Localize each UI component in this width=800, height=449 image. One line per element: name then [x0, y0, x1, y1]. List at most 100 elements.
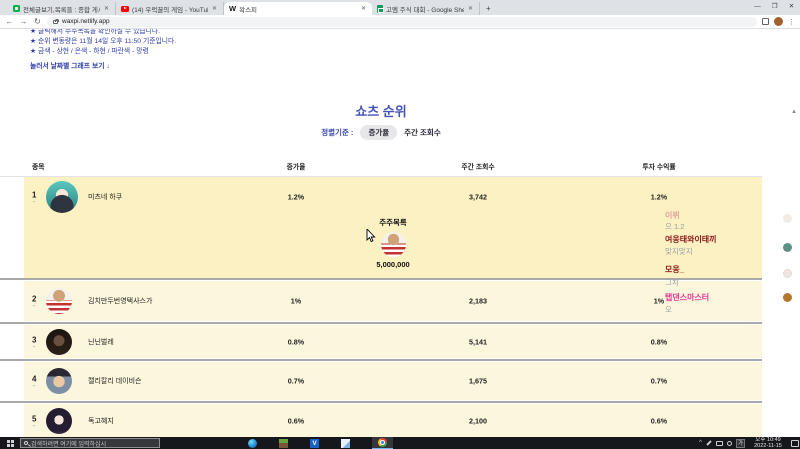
avatar [46, 368, 72, 394]
tab-waxpi-active[interactable]: W 왁스피 ✕ [224, 2, 372, 15]
browser-menu-icon[interactable]: ⋮ [788, 18, 795, 26]
tab-title: 전체글보기,목록들 : 종합 게시.. [23, 6, 100, 14]
omnibox[interactable]: waxpi.netlify.app [47, 16, 757, 27]
notice-line: ★ 순위 변동량은 11월 14일 오후 11:50 기준입니다. [30, 38, 177, 45]
roi-value: 1% [653, 296, 665, 306]
new-tab-button[interactable]: + [486, 4, 491, 13]
profile-avatar[interactable] [774, 17, 783, 26]
stock-name: 캘리칼리 데이비슨 [88, 378, 142, 385]
chat-username: 이뷔 [665, 211, 680, 220]
table-row[interactable]: 3 - 닌닌벌레 0.8% 5,141 0.8% [24, 325, 762, 358]
avatar [46, 407, 72, 434]
stock-name: 닌닌벌레 [88, 338, 114, 346]
rank-change: - [33, 423, 35, 430]
ime-indicator[interactable]: 가 [736, 438, 745, 448]
start-button[interactable] [0, 437, 20, 449]
table-header: 종목 증가율 주간 조회수 투자 수익률 [24, 155, 762, 176]
sort-label: 정렬기준 : [321, 128, 354, 137]
close-button[interactable]: ✕ [783, 0, 800, 13]
shareholder-avatar [380, 232, 406, 257]
lock-icon [53, 18, 59, 24]
search-placeholder: 검색하려면 여기에 입력하십시 [31, 441, 107, 448]
page-title: 쇼츠 순위 [355, 104, 407, 119]
tab-close-icon[interactable]: ✕ [211, 5, 218, 12]
header-item: 종목 [32, 164, 45, 171]
reload-icon[interactable]: ↻ [33, 17, 42, 26]
waxpi-favicon-icon: W [229, 4, 237, 13]
window-controls: — ❐ ✕ [749, 0, 800, 13]
growth-value: 0.6% [287, 416, 305, 425]
settings-circle-icon[interactable] [727, 440, 732, 446]
rank-number: 2 [32, 294, 37, 304]
system-tray: ^ 가 오후 10:49 2022-11-15 [699, 437, 799, 449]
notice-line: ★ 금색 - 상현 / 은색 - 하현 / 파란색 - 망령 [30, 48, 149, 55]
avatar [46, 288, 72, 314]
back-icon[interactable]: ← [5, 17, 14, 26]
chat-message: 오 [665, 305, 672, 314]
wrench-icon[interactable] [706, 440, 712, 446]
shareholder-tooltip: 주주목록 5,000,000 [24, 217, 762, 269]
hidden-icons-chevron[interactable]: ^ [699, 440, 702, 446]
taskbar-clock[interactable]: 오후 10:49 2022-11-15 [749, 437, 787, 449]
table-row[interactable]: 2 - 김치만두번영택사스가 1% 2,183 1% [24, 281, 762, 321]
chrome-icon [378, 438, 387, 447]
minecraft-icon[interactable] [279, 438, 288, 448]
edge-icon[interactable] [248, 438, 257, 448]
forward-icon[interactable]: → [19, 17, 28, 26]
stock-name: 김치만두번영택사스가 [88, 298, 153, 305]
views-value: 1,675 [469, 376, 487, 386]
windows-logo-icon [6, 439, 14, 447]
paint3d-icon[interactable] [341, 438, 350, 448]
action-center-icon[interactable] [791, 439, 799, 447]
tab-close-icon[interactable]: ✕ [360, 5, 367, 12]
tab-cafe[interactable]: 전체글보기,목록들 : 종합 게시.. ✕ [8, 2, 116, 15]
row-divider [0, 401, 762, 403]
scroll-up-icon[interactable]: ▲ [791, 109, 797, 115]
youtube-favicon-icon [121, 5, 129, 12]
table-row[interactable]: 5 - 독고혜지 0.6% 2,100 0.6% [24, 404, 762, 437]
growth-value: 1.2% [287, 192, 305, 202]
chat-avatar [783, 243, 792, 252]
views-value: 2,183 [469, 296, 487, 306]
maximize-button[interactable]: ❐ [766, 0, 783, 13]
tab-close-icon[interactable]: ✕ [467, 5, 474, 12]
rank-number: 5 [32, 414, 37, 424]
table-row[interactable]: 4 - 캘리칼리 데이비슨 0.7% 1,675 0.7% [24, 362, 762, 400]
rank-number: 4 [32, 374, 37, 384]
rank-change: - [33, 383, 35, 390]
tooltip-title: 주주목록 [379, 218, 407, 227]
sort-option-growth[interactable]: 증가율 [360, 125, 398, 140]
growth-value: 1% [290, 296, 302, 306]
side-panel-icon[interactable] [762, 18, 769, 25]
avatar [46, 328, 72, 355]
taskbar-search-input[interactable]: 검색하려면 여기에 입력하십시 [20, 438, 160, 448]
chat-username: 모웅_ [665, 265, 685, 274]
chat-username: 탭댄스마스터 [665, 293, 710, 302]
table-row[interactable]: 1 - 미츠네 하쿠 1.2% 3,742 1.2% 주주목록 5,000,00… [24, 177, 762, 278]
chrome-taskbar-button[interactable] [372, 437, 393, 449]
screen: 전체글보기,목록들 : 종합 게시.. ✕ (14) 우럭꿀의 게임 - You… [0, 0, 800, 449]
search-icon [24, 441, 28, 445]
url-text[interactable]: waxpi.netlify.app [62, 18, 110, 25]
row-divider [0, 359, 762, 361]
chat-message: 맞지맞지 [665, 247, 693, 256]
rank-change: - [33, 344, 35, 351]
mouse-cursor-icon [366, 229, 376, 243]
browser-tab-strip: 전체글보기,목록들 : 종합 게시.. ✕ (14) 우럭꿀의 게임 - You… [0, 0, 800, 15]
tab-close-icon[interactable]: ✕ [103, 5, 110, 12]
sort-option-weekly-views[interactable]: 주간 조회수 [404, 127, 441, 138]
stock-name: 독고혜지 [88, 417, 114, 425]
sheets-favicon-icon [377, 4, 384, 13]
v-app-icon[interactable]: V [310, 438, 319, 448]
views-value: 5,141 [469, 337, 487, 346]
windows-taskbar: 검색하려면 여기에 입력하십시 V ^ 가 오후 10:49 2022-11-1… [0, 437, 800, 449]
header-roi: 투자 수익률 [642, 164, 676, 171]
tab-sheets[interactable]: 고멤 주식 대회 - Google Sheets ✕ [372, 2, 480, 15]
date-graph-link[interactable]: 눌러서 날짜별 그래프 보기 ↓ [30, 60, 110, 70]
rank-change: - [33, 303, 35, 310]
tab-youtube[interactable]: (14) 우럭꿀의 게임 - YouTube ✕ [116, 2, 224, 15]
cafe-favicon-icon [13, 5, 20, 12]
minimize-button[interactable]: — [749, 0, 766, 13]
roi-value: 0.6% [650, 416, 668, 425]
keyboard-icon[interactable] [716, 440, 723, 446]
